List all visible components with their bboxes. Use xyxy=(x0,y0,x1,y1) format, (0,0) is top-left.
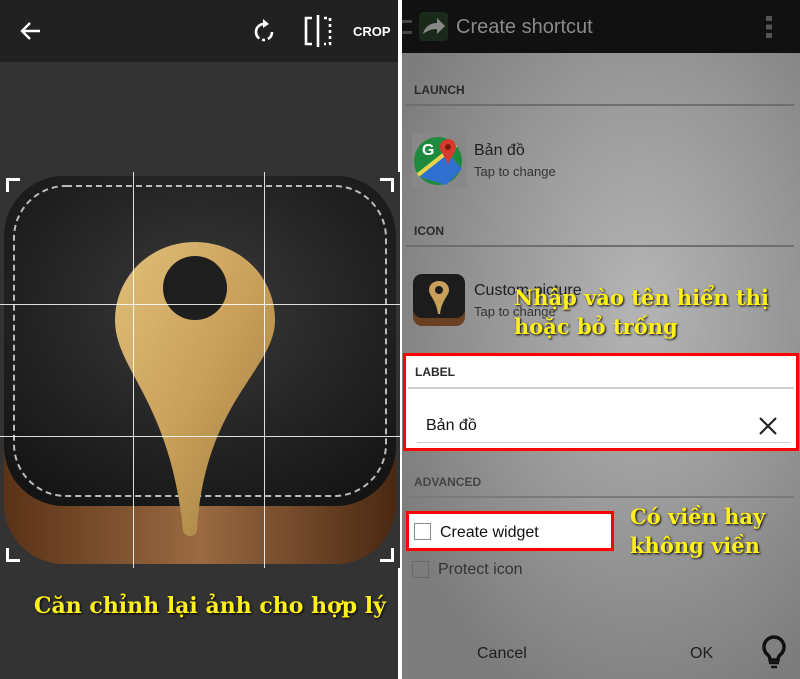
divider xyxy=(406,496,794,498)
ok-button[interactable]: OK xyxy=(690,645,713,663)
crop-button[interactable]: CROP xyxy=(353,24,391,39)
divider xyxy=(406,104,794,106)
grid-line xyxy=(133,172,134,568)
divider xyxy=(408,387,794,389)
svg-text:G: G xyxy=(422,142,434,159)
create-shortcut-screen: Create shortcut LAUNCH G Bản đồ Tap to c… xyxy=(402,0,800,679)
overflow-menu-icon[interactable] xyxy=(765,15,773,39)
custom-picture-icon xyxy=(413,274,465,326)
cancel-button[interactable]: Cancel xyxy=(477,645,527,663)
app-bar: Create shortcut xyxy=(402,0,800,53)
crop-handle-bottom-right[interactable] xyxy=(380,548,394,562)
crop-editor: CROP Căn chỉnh lại ảnh cho hợp lý xyxy=(0,0,400,679)
launch-header: LAUNCH xyxy=(414,83,465,97)
maps-icon: G xyxy=(412,133,466,187)
label-input[interactable]: Bản đồ xyxy=(417,411,790,443)
grid-line xyxy=(264,172,265,568)
label-annotation: Nhập vào tên hiển thị hoặc bỏ trống xyxy=(514,285,769,339)
label-section-highlight: LABEL Bản đồ xyxy=(403,353,799,451)
app-logo-icon xyxy=(419,12,448,41)
grid-line xyxy=(0,436,400,437)
menu-icon[interactable] xyxy=(402,20,412,34)
label-header: LABEL xyxy=(415,365,455,379)
icon-header: ICON xyxy=(414,224,444,238)
clear-icon[interactable] xyxy=(758,416,778,436)
launch-title: Bản đồ xyxy=(474,142,525,159)
advanced-header: ADVANCED xyxy=(414,475,482,489)
app-icon-image xyxy=(0,172,400,568)
caption-annotation: Căn chỉnh lại ảnh cho hợp lý xyxy=(34,593,386,619)
launch-subtitle: Tap to change xyxy=(474,164,556,179)
create-widget-highlight[interactable]: Create widget xyxy=(406,511,614,551)
crop-handle-top-right[interactable] xyxy=(380,178,394,192)
lightbulb-icon[interactable] xyxy=(760,634,788,670)
protect-icon-checkbox[interactable] xyxy=(412,561,429,578)
divider xyxy=(406,245,794,247)
flip-icon[interactable] xyxy=(303,14,333,48)
crop-handle-bottom-left[interactable] xyxy=(6,548,20,562)
editor-toolbar: CROP xyxy=(0,0,398,62)
crop-handle-top-left[interactable] xyxy=(6,178,20,192)
create-widget-checkbox[interactable] xyxy=(414,523,431,540)
app-title: Create shortcut xyxy=(456,16,593,38)
create-widget-label: Create widget xyxy=(440,524,539,541)
widget-annotation: Có viền hay không viền xyxy=(630,504,766,558)
grid-line xyxy=(0,304,400,305)
label-input-value: Bản đồ xyxy=(426,417,477,434)
protect-icon-label: Protect icon xyxy=(438,561,523,578)
rotate-icon[interactable] xyxy=(251,17,277,45)
back-arrow-icon[interactable] xyxy=(20,21,42,41)
crop-area[interactable] xyxy=(0,172,400,568)
